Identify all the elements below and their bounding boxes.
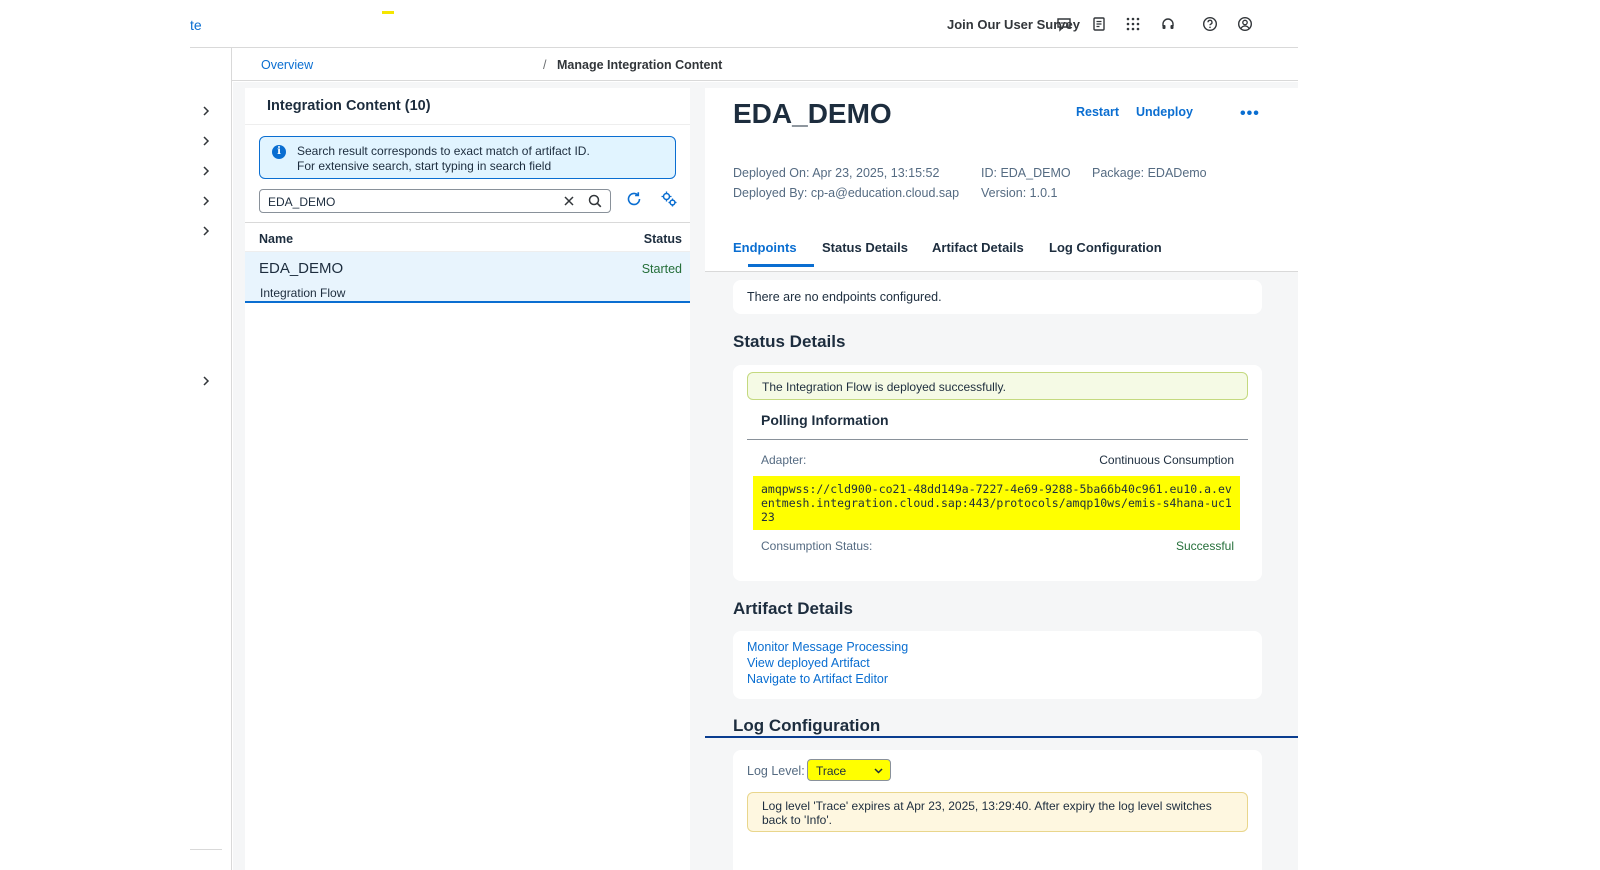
artifact-detail-panel: EDA_DEMO Restart Undeploy ••• Deployed O… [705, 88, 1298, 870]
adapter-value: Continuous Consumption [1099, 453, 1234, 467]
info-message-strip: i Search result corresponds to exact mat… [259, 136, 676, 179]
artifact-name: EDA_DEMO [259, 260, 344, 277]
breadcrumb: Overview / Manage Integration Content [232, 48, 1298, 81]
consumption-status-label: Consumption Status: [761, 539, 873, 553]
search-input-value[interactable]: EDA_DEMO [268, 195, 335, 209]
undeploy-button[interactable]: Undeploy [1136, 105, 1193, 119]
monitor-message-processing-link[interactable]: Monitor Message Processing [747, 640, 908, 654]
feedback-icon[interactable] [1055, 15, 1073, 33]
navigate-to-artifact-editor-link[interactable]: Navigate to Artifact Editor [747, 672, 888, 686]
divider [747, 439, 1248, 440]
tab-log-configuration[interactable]: Log Configuration [1049, 240, 1162, 255]
section-title-artifact-details: Artifact Details [733, 599, 853, 618]
user-icon[interactable] [1236, 15, 1254, 33]
integration-content-panel: Integration Content (10) i Search result… [245, 88, 690, 870]
endpoints-card: There are no endpoints configured. [733, 280, 1262, 314]
polling-information-title: Polling Information [761, 412, 889, 428]
side-navigation [190, 48, 232, 870]
log-level-warning-strip: Log level 'Trace' expires at Apr 23, 202… [747, 792, 1248, 832]
tab-status-details[interactable]: Status Details [822, 240, 908, 255]
app-title-fragment[interactable]: te [190, 17, 202, 33]
search-icon[interactable] [587, 193, 603, 209]
search-input[interactable]: EDA_DEMO [259, 189, 611, 213]
panel-title: Integration Content (10) [267, 98, 431, 114]
section-title-log-configuration: Log Configuration [733, 716, 881, 735]
artifact-details-card: Monitor Message Processing View deployed… [733, 631, 1262, 699]
section-title-status-details: Status Details [733, 332, 846, 351]
info-text-line2: For extensive search, start typing in se… [297, 159, 552, 173]
breadcrumb-current: Manage Integration Content [557, 58, 723, 72]
log-configuration-card: Log Level: Trace Log level 'Trace' expir… [733, 750, 1262, 870]
settings-icon[interactable] [660, 190, 678, 208]
adapter-label: Adapter: [761, 453, 807, 467]
help-icon[interactable] [1201, 15, 1219, 33]
highlight-mark [382, 11, 394, 14]
divider [190, 849, 222, 850]
no-endpoints-text: There are no endpoints configured. [747, 290, 942, 304]
package-text: Package: EDADemo [1092, 166, 1207, 180]
apps-grid-icon[interactable] [1124, 15, 1142, 33]
divider [245, 124, 690, 125]
table-row[interactable]: EDA_DEMO Integration Flow Started [245, 252, 690, 303]
refresh-icon[interactable] [625, 190, 643, 208]
breadcrumb-separator: / [543, 58, 547, 72]
page-title: EDA_DEMO [733, 98, 892, 129]
deployed-by-text: Deployed By: cp-a@education.cloud.sap [733, 186, 960, 200]
status-text: Started [641, 262, 682, 276]
log-level-select[interactable]: Trace [807, 759, 891, 781]
restart-button[interactable]: Restart [1076, 105, 1119, 119]
log-level-warning-text: Log level 'Trace' expires at Apr 23, 202… [762, 799, 1212, 827]
consumption-status-value: Successful [1175, 539, 1234, 553]
more-options-icon[interactable]: ••• [1240, 105, 1260, 123]
info-text-line1: Search result corresponds to exact match… [297, 144, 590, 158]
breadcrumb-overview-link[interactable]: Overview [261, 58, 313, 72]
notes-icon[interactable] [1090, 15, 1108, 33]
column-header-status[interactable]: Status [644, 232, 682, 246]
chevron-right-icon[interactable] [200, 225, 212, 237]
log-level-value[interactable]: Trace [816, 764, 846, 778]
chevron-right-icon[interactable] [200, 105, 212, 117]
column-header-name[interactable]: Name [259, 232, 293, 246]
chevron-right-icon[interactable] [200, 165, 212, 177]
shell-bar: te Join Our User Survey [190, 0, 1298, 48]
artifact-type: Integration Flow [260, 286, 346, 300]
chevron-right-icon[interactable] [200, 195, 212, 207]
detail-header: EDA_DEMO Restart Undeploy ••• Deployed O… [705, 88, 1298, 272]
queue-url-text: amqpwss://cld900-co21-48dd149a-7227-4e69… [753, 476, 1240, 530]
log-level-label: Log Level: [747, 764, 805, 778]
chevron-down-icon[interactable] [873, 765, 884, 776]
version-text: Version: 1.0.1 [981, 186, 1058, 200]
info-icon: i [272, 145, 286, 159]
active-tab-indicator [748, 264, 814, 267]
chevron-right-icon[interactable] [200, 135, 212, 147]
table-header: Name Status [245, 222, 690, 252]
tab-artifact-details[interactable]: Artifact Details [932, 240, 1024, 255]
chevron-right-icon[interactable] [200, 375, 212, 387]
clear-icon[interactable] [562, 194, 576, 208]
tab-endpoints[interactable]: Endpoints [733, 240, 797, 255]
deploy-success-strip: The Integration Flow is deployed success… [747, 372, 1248, 400]
deploy-success-text: The Integration Flow is deployed success… [762, 380, 1006, 394]
artifact-id-text: ID: EDA_DEMO [981, 166, 1071, 180]
deployed-on-text: Deployed On: Apr 23, 2025, 13:15:52 [733, 166, 940, 180]
view-deployed-artifact-link[interactable]: View deployed Artifact [747, 656, 870, 670]
status-details-card: The Integration Flow is deployed success… [733, 365, 1262, 581]
headset-icon[interactable] [1159, 15, 1177, 33]
